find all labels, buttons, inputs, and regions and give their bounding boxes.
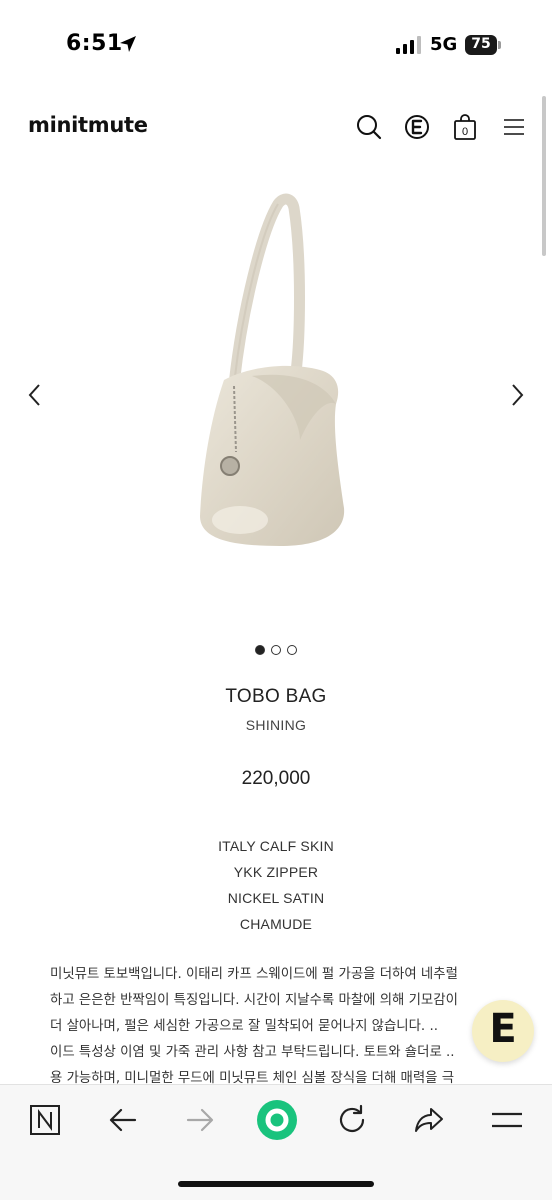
menu-icon[interactable]	[500, 113, 528, 141]
floating-e-button[interactable]: E	[472, 1000, 534, 1062]
back-arrow-icon[interactable]	[105, 1102, 141, 1138]
home-indicator[interactable]	[178, 1181, 374, 1187]
status-time: 6:51	[66, 31, 123, 56]
product-description: 미닛뮤트 토보백입니다. 이태리 카프 스웨이드에 펄 가공을 더하여 네추럴 …	[50, 962, 510, 1092]
n-logo-icon[interactable]	[27, 1102, 63, 1138]
description-line: 이드 특성상 이염 및 가죽 관리 사항 참고 부탁드립니다. 토트와 숄더로 …	[50, 1045, 455, 1060]
e-logo-icon[interactable]	[403, 113, 431, 141]
image-pagination	[252, 645, 302, 657]
menu-icon[interactable]	[489, 1102, 525, 1138]
status-bar: 6:51 5G 75	[0, 0, 552, 92]
spec-line: CHAMUDE	[239, 916, 313, 932]
spec-line: NICKEL SATIN	[227, 890, 325, 906]
product-image[interactable]	[150, 190, 400, 560]
home-circle-icon[interactable]	[256, 1099, 298, 1141]
description-line: 하고 은은한 반짝임이 특징입니다. 시간이 지날수록 마찰에 의해 기모감이	[50, 993, 458, 1008]
share-icon[interactable]	[411, 1102, 447, 1138]
spec-line: ITALY CALF SKIN	[218, 838, 334, 854]
refresh-icon[interactable]	[334, 1102, 370, 1138]
battery-icon: 75	[465, 35, 501, 55]
pagination-dot-1[interactable]	[255, 645, 265, 655]
location-arrow-icon	[120, 36, 136, 52]
cart-count: 0	[462, 126, 468, 138]
product-color: SHINING	[245, 717, 307, 733]
fab-letter: E	[489, 1006, 517, 1052]
forward-arrow-icon[interactable]	[182, 1102, 218, 1138]
spec-line: YKK ZIPPER	[233, 864, 319, 880]
search-icon[interactable]	[355, 113, 383, 141]
prev-image-arrow[interactable]	[20, 380, 50, 410]
signal-bars-icon	[396, 36, 421, 54]
network-type: 5G	[430, 34, 458, 55]
next-image-arrow[interactable]	[502, 380, 532, 410]
description-line: 더 살아나며, 펄은 세심한 가공으로 잘 밀착되어 묻어나지 않습니다. ..	[50, 1019, 438, 1034]
scrollbar[interactable]	[542, 96, 546, 256]
battery-level: 75	[471, 36, 491, 52]
pagination-dot-3[interactable]	[287, 645, 297, 655]
product-price: 220,000	[241, 768, 311, 789]
cart-icon[interactable]: 0	[451, 113, 479, 141]
description-line: 미닛뮤트 토보백입니다. 이태리 카프 스웨이드에 펄 가공을 더하여 네추럴	[50, 967, 458, 982]
product-title: TOBO BAG	[225, 686, 327, 707]
pagination-dot-2[interactable]	[271, 645, 281, 655]
brand-logo[interactable]: minitmute	[28, 113, 148, 137]
